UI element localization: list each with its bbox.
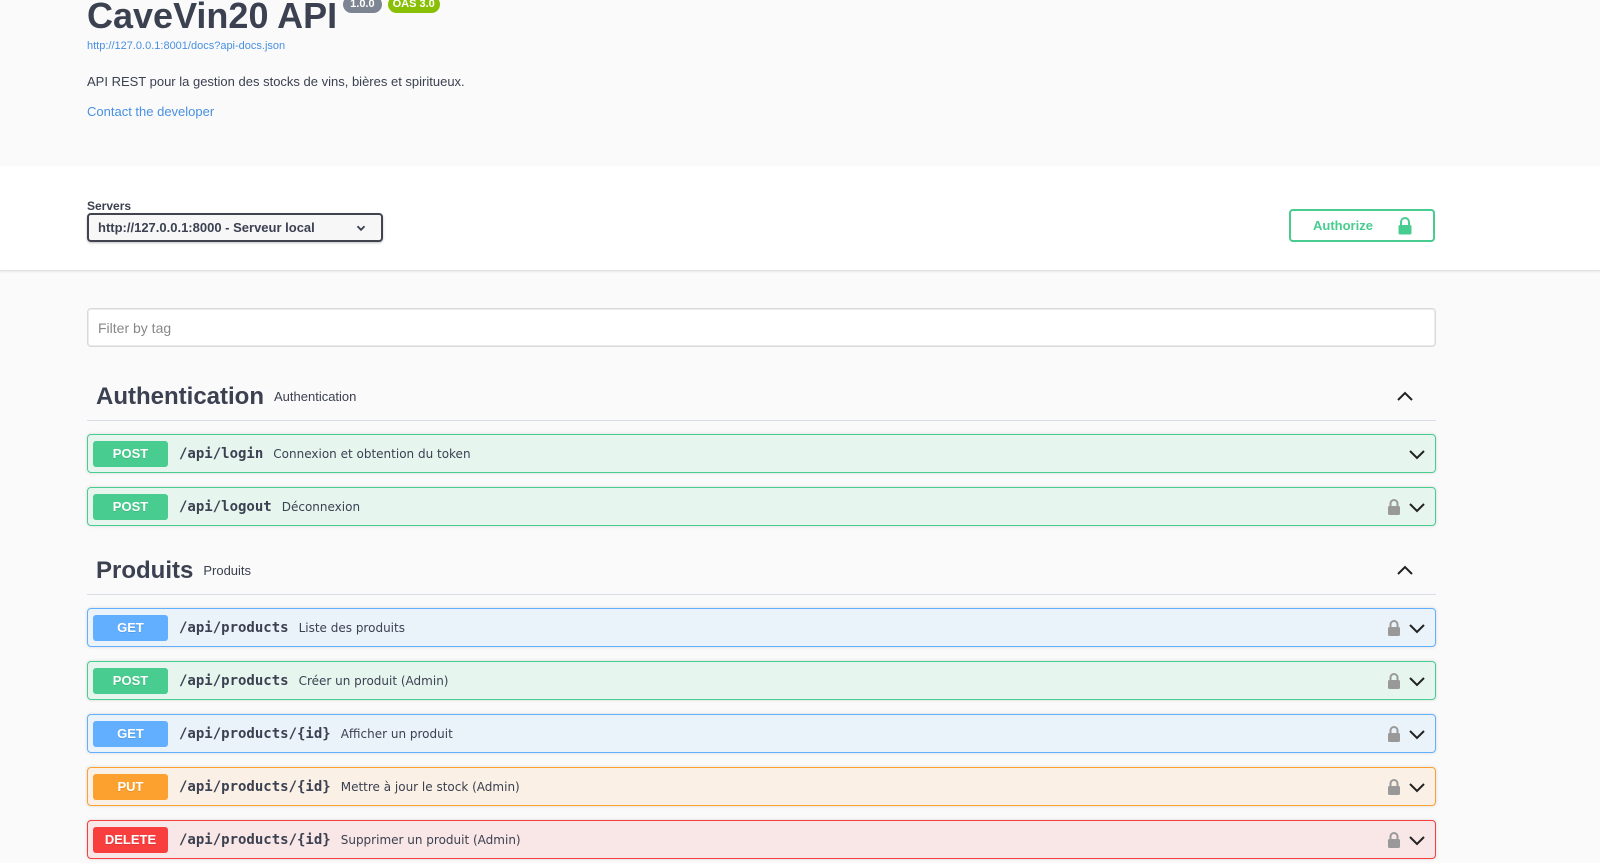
chevron-down-icon[interactable] xyxy=(1409,673,1425,689)
operation-post-logout[interactable]: POST /api/logout Déconnexion xyxy=(87,487,1436,526)
chevron-up-icon[interactable] xyxy=(1396,562,1414,580)
tag-header-produits[interactable]: Produits Produits xyxy=(87,547,1436,595)
title-row: CaveVin20 API 1.0.0 OAS 3.0 xyxy=(87,0,440,36)
chevron-down-icon xyxy=(356,225,366,232)
operation-summary: Supprimer un produit (Admin) xyxy=(340,832,521,847)
operation-get-product-by-id[interactable]: GET /api/products/{id} Afficher un produ… xyxy=(87,714,1436,753)
method-badge: POST xyxy=(93,667,168,694)
method-badge: POST xyxy=(93,493,168,520)
method-badge: GET xyxy=(93,720,168,747)
tag-description: Authentication xyxy=(274,389,357,404)
scheme-container: Servers http://127.0.0.1:8000 - Serveur … xyxy=(0,166,1600,271)
operation-path: /api/products xyxy=(179,619,289,636)
servers-select[interactable]: http://127.0.0.1:8000 - Serveur local xyxy=(87,213,383,242)
operation-path: /api/login xyxy=(179,445,264,462)
operation-path: /api/products/{id} xyxy=(179,831,331,848)
chevron-down-icon[interactable] xyxy=(1409,779,1425,795)
lock-icon[interactable] xyxy=(1387,619,1401,637)
method-badge: POST xyxy=(93,440,168,467)
operation-summary: Créer un produit (Admin) xyxy=(298,673,449,688)
tag-section-produits: Produits Produits GET /api/products List… xyxy=(87,547,1436,859)
servers-selected-value: http://127.0.0.1:8000 - Serveur local xyxy=(98,220,315,235)
lock-icon[interactable] xyxy=(1387,672,1401,690)
method-badge: DELETE xyxy=(93,826,168,853)
spec-url-link[interactable]: http://127.0.0.1:8001/docs?api-docs.json xyxy=(87,40,285,52)
version-badge: 1.0.0 xyxy=(343,0,382,13)
chevron-down-icon[interactable] xyxy=(1409,620,1425,636)
tag-name: Produits xyxy=(96,556,194,584)
operation-post-products[interactable]: POST /api/products Créer un produit (Adm… xyxy=(87,661,1436,700)
tag-name: Authentication xyxy=(96,382,264,410)
api-description: API REST pour la gestion des stocks de v… xyxy=(87,74,465,89)
tag-description: Produits xyxy=(203,563,252,578)
lock-icon[interactable] xyxy=(1387,778,1401,796)
api-title: CaveVin20 API xyxy=(87,0,338,36)
operation-put-product-by-id[interactable]: PUT /api/products/{id} Mettre à jour le … xyxy=(87,767,1436,806)
servers-label: Servers xyxy=(87,199,132,213)
lock-icon[interactable] xyxy=(1387,831,1401,849)
chevron-up-icon[interactable] xyxy=(1396,388,1414,406)
tag-section-authentication: Authentication Authentication POST /api/… xyxy=(87,373,1436,526)
authorize-label: Authorize xyxy=(1313,218,1373,233)
chevron-down-icon[interactable] xyxy=(1409,499,1425,515)
lock-icon[interactable] xyxy=(1387,725,1401,743)
operation-summary: Afficher un produit xyxy=(340,726,453,741)
operation-path: /api/products/{id} xyxy=(179,725,331,742)
contact-developer-link[interactable]: Contact the developer xyxy=(87,104,214,119)
operation-summary: Mettre à jour le stock (Admin) xyxy=(340,779,520,794)
operation-delete-product-by-id[interactable]: DELETE /api/products/{id} Supprimer un p… xyxy=(87,820,1436,859)
operation-summary: Connexion et obtention du token xyxy=(273,446,471,461)
operation-path: /api/logout xyxy=(179,498,272,515)
unlocked-icon xyxy=(1398,217,1412,235)
authorize-button[interactable]: Authorize xyxy=(1289,209,1435,242)
operation-post-login[interactable]: POST /api/login Connexion et obtention d… xyxy=(87,434,1436,473)
info-header: CaveVin20 API 1.0.0 OAS 3.0 http://127.0… xyxy=(0,0,1600,166)
operation-get-products[interactable]: GET /api/products Liste des produits xyxy=(87,608,1436,647)
operation-path: /api/products/{id} xyxy=(179,778,331,795)
tag-header-authentication[interactable]: Authentication Authentication xyxy=(87,373,1436,421)
chevron-down-icon[interactable] xyxy=(1409,832,1425,848)
lock-icon[interactable] xyxy=(1387,498,1401,516)
operation-path: /api/products xyxy=(179,672,289,689)
chevron-down-icon[interactable] xyxy=(1409,726,1425,742)
operation-summary: Déconnexion xyxy=(281,499,361,514)
oas-badge: OAS 3.0 xyxy=(387,0,440,13)
chevron-down-icon[interactable] xyxy=(1409,446,1425,462)
method-badge: PUT xyxy=(93,773,168,800)
filter-by-tag-input[interactable] xyxy=(87,308,1436,347)
method-badge: GET xyxy=(93,614,168,641)
operation-summary: Liste des produits xyxy=(298,620,405,635)
